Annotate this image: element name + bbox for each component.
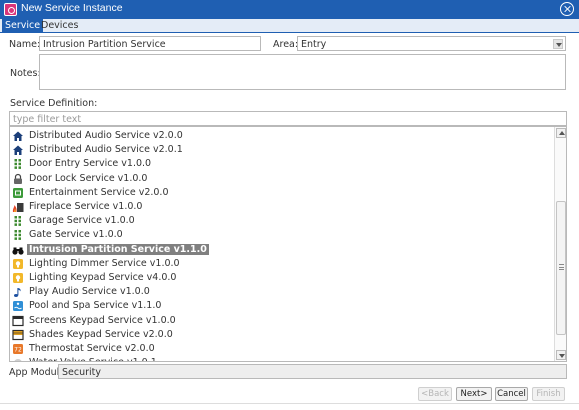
grip-icon bbox=[559, 264, 564, 270]
service-list-item-label: Gate Service v1.0.0 bbox=[29, 229, 123, 241]
name-label: Name: bbox=[9, 39, 41, 50]
area-value: Entry bbox=[301, 39, 327, 50]
tab-devices[interactable]: Devices bbox=[38, 19, 81, 33]
svg-text:72: 72 bbox=[14, 347, 22, 354]
service-list-item[interactable]: 72 Thermostat Service v2.0.0 bbox=[10, 342, 550, 356]
shades-icon bbox=[12, 329, 24, 341]
service-list-item-label: Lighting Keypad Service v4.0.0 bbox=[29, 272, 177, 283]
service-list-item[interactable]: Pool and Spa Service v1.1.0 bbox=[10, 299, 550, 313]
tv-icon bbox=[12, 187, 24, 199]
service-definition-label: Service Definition: bbox=[10, 98, 98, 109]
service-list-item[interactable]: Garage Service v1.0.0 bbox=[10, 214, 550, 228]
service-list-item-label: Screens Keypad Service v1.0.0 bbox=[29, 314, 176, 326]
service-list-item-label: Garage Service v1.0.0 bbox=[29, 215, 135, 227]
house-icon bbox=[12, 144, 24, 156]
light-icon bbox=[12, 258, 24, 270]
tab-service[interactable]: Service bbox=[2, 19, 44, 33]
chevron-down-icon[interactable] bbox=[553, 39, 563, 49]
binoculars-icon bbox=[12, 244, 24, 256]
service-list-item[interactable]: Screens Keypad Service v1.0.0 bbox=[10, 314, 550, 328]
screen-icon bbox=[12, 315, 24, 327]
scroll-down-icon[interactable] bbox=[556, 350, 566, 360]
service-list-item-label: Thermostat Service v2.0.0 bbox=[29, 343, 155, 354]
notes-field[interactable] bbox=[39, 54, 566, 90]
filter-input[interactable]: type filter text bbox=[9, 111, 567, 126]
service-list-item[interactable]: Play Audio Service v1.0.0 bbox=[10, 285, 550, 299]
keypad-icon bbox=[12, 158, 24, 170]
lock-icon bbox=[12, 173, 24, 185]
service-list-item[interactable]: Intrusion Partition Service v1.1.0 bbox=[10, 243, 550, 257]
app-module-field: Security bbox=[58, 364, 567, 379]
service-list-item-label: Intrusion Partition Service v1.1.0 bbox=[27, 243, 209, 255]
back-button[interactable]: <Back bbox=[418, 387, 452, 401]
service-list-item-label: Door Lock Service v1.0.0 bbox=[29, 172, 148, 184]
app-icon bbox=[4, 3, 17, 16]
light-icon bbox=[12, 272, 24, 284]
service-list-item-label: Water Valve Service v1.0.1 bbox=[27, 357, 159, 361]
fireplace-icon bbox=[12, 201, 24, 213]
bottom-divider bbox=[0, 403, 579, 404]
service-list-item[interactable]: Distributed Audio Service v2.0.1 bbox=[10, 143, 550, 157]
close-icon[interactable] bbox=[560, 2, 574, 16]
service-list-item-label: Lighting Dimmer Service v1.0.0 bbox=[29, 257, 180, 269]
house-icon bbox=[12, 130, 24, 142]
pool-icon bbox=[12, 300, 24, 312]
service-list-item-label: Shades Keypad Service v2.0.0 bbox=[29, 328, 173, 340]
list-scrollbar[interactable] bbox=[554, 127, 566, 361]
window-title: New Service Instance bbox=[21, 2, 123, 14]
notes-label: Notes: bbox=[10, 68, 41, 79]
tab-strip: Service Devices bbox=[0, 19, 579, 33]
area-select[interactable]: Entry bbox=[297, 36, 566, 51]
app-module-value: Security bbox=[62, 367, 102, 378]
service-list-item-label: Distributed Audio Service v2.0.1 bbox=[29, 144, 183, 156]
scroll-up-icon[interactable] bbox=[556, 128, 566, 138]
keypad-icon bbox=[12, 215, 24, 227]
scroll-thumb[interactable] bbox=[556, 201, 566, 335]
valve-icon bbox=[12, 357, 24, 361]
cancel-button[interactable]: Cancel bbox=[495, 387, 528, 401]
service-definition-list[interactable]: Distributed Audio Service v2.0.0 Distribu… bbox=[9, 126, 567, 362]
service-list-item[interactable]: Lighting Dimmer Service v1.0.0 bbox=[10, 257, 550, 271]
name-field[interactable]: Intrusion Partition Service bbox=[39, 36, 261, 51]
next-button[interactable]: Next> bbox=[456, 387, 492, 401]
service-list-item[interactable]: Door Lock Service v1.0.0 bbox=[10, 172, 550, 186]
service-list-item[interactable]: Distributed Audio Service v2.0.0 bbox=[10, 129, 550, 143]
service-list-item[interactable]: Gate Service v1.0.0 bbox=[10, 228, 550, 242]
area-label: Area: bbox=[273, 39, 299, 50]
finish-button[interactable]: Finish bbox=[532, 387, 565, 401]
name-value: Intrusion Partition Service bbox=[43, 39, 166, 50]
service-list-item[interactable]: Lighting Keypad Service v4.0.0 bbox=[10, 271, 550, 285]
service-list-item-label: Pool and Spa Service v1.1.0 bbox=[29, 300, 162, 312]
service-list-item-label: Door Entry Service v1.0.0 bbox=[29, 158, 152, 170]
thermostat-icon: 72 bbox=[12, 343, 24, 355]
service-list-item-label: Fireplace Service v1.0.0 bbox=[29, 201, 143, 212]
service-list-item-label: Entertainment Service v2.0.0 bbox=[29, 186, 169, 198]
filter-placeholder: type filter text bbox=[13, 114, 82, 125]
service-list-item[interactable]: Door Entry Service v1.0.0 bbox=[10, 157, 550, 171]
service-list-item-label: Distributed Audio Service v2.0.0 bbox=[29, 130, 183, 141]
service-list-item[interactable]: Entertainment Service v2.0.0 bbox=[10, 186, 550, 200]
service-list-item[interactable]: Water Valve Service v1.0.1 bbox=[10, 356, 550, 361]
keypad-icon bbox=[12, 229, 24, 241]
title-bar: New Service Instance bbox=[0, 0, 579, 19]
service-list-item-label: Play Audio Service v1.0.0 bbox=[29, 286, 150, 298]
service-list-item[interactable]: Shades Keypad Service v2.0.0 bbox=[10, 328, 550, 342]
music-note-icon bbox=[12, 286, 24, 298]
service-list-item[interactable]: Fireplace Service v1.0.0 bbox=[10, 200, 550, 214]
